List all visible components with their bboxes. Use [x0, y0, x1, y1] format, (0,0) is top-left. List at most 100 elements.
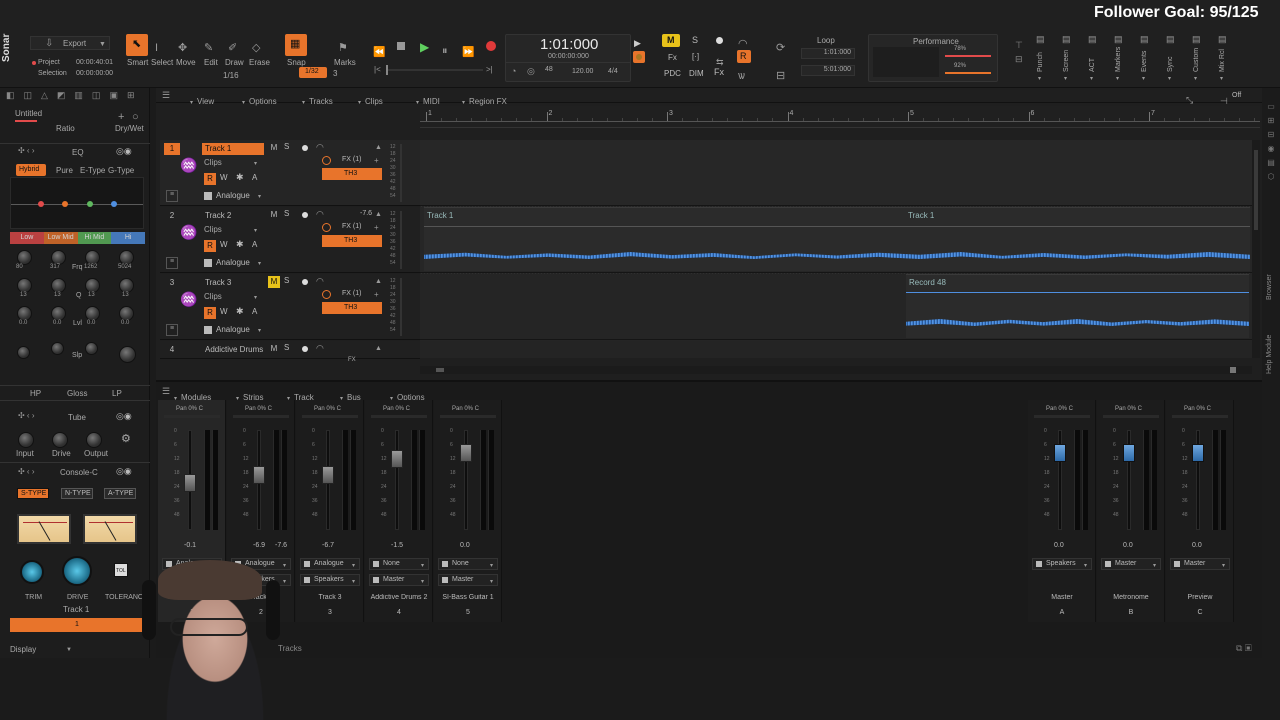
bus-output-select[interactable]: Master ▾ — [1170, 558, 1230, 570]
write-auto-button[interactable]: W — [220, 173, 228, 182]
strip-out1-select[interactable]: None ▾ — [438, 558, 498, 570]
solo-button[interactable]: S — [284, 142, 289, 151]
global-rec-dot[interactable] — [716, 37, 723, 44]
module-act[interactable]: ▤ ACT ▾ — [1085, 34, 1103, 84]
dim-label[interactable]: DIM — [689, 69, 704, 78]
play-icon[interactable]: ▶ — [420, 40, 429, 54]
track-name[interactable]: Addictive Drums — [202, 344, 264, 356]
mute-button[interactable]: M — [268, 142, 280, 154]
eq-knob[interactable] — [85, 306, 100, 321]
console-power-icon[interactable]: ◎◉ — [116, 466, 132, 477]
strip-out2-select[interactable]: Master ▾ — [438, 574, 498, 586]
strip-out1-select[interactable]: Analogue▾ — [300, 558, 360, 570]
console-tol-button[interactable]: TOL — [114, 563, 128, 577]
eq-knob[interactable] — [119, 306, 134, 321]
eq-node-himid[interactable] — [87, 201, 93, 207]
fx-label[interactable]: Fx — [668, 53, 677, 62]
eq-mode-hybrid[interactable]: Hybrid — [16, 164, 46, 176]
snap-value[interactable]: 1/32 — [299, 67, 327, 78]
eq-slope-knob[interactable] — [51, 342, 64, 355]
smart-tool[interactable]: ⬉ — [126, 34, 148, 56]
global-r-button[interactable]: R — [737, 50, 751, 63]
display-select[interactable]: Display ▼ — [6, 643, 74, 655]
freeze-icon[interactable]: ✱ — [236, 172, 244, 183]
fx-add-icon[interactable]: + — [374, 289, 379, 300]
eq-power-icon[interactable]: ◎◉ — [116, 146, 132, 157]
marker-arrow-icon[interactable]: ▶ — [634, 38, 641, 49]
timeline-ruler[interactable]: 1 2 3 4 5 6 7 — [420, 106, 1260, 128]
rec-arm-dot[interactable] — [302, 346, 308, 352]
mute-button[interactable]: M — [268, 276, 280, 288]
eq-knob[interactable] — [119, 278, 134, 293]
solo-button[interactable]: S — [284, 209, 289, 218]
pan-label[interactable]: Pan 0% C — [1184, 406, 1211, 412]
vscrollbar[interactable] — [1252, 140, 1260, 358]
eq-slope-knob[interactable] — [17, 346, 30, 359]
console-type-n[interactable]: N-TYPE — [61, 488, 93, 499]
strip-name[interactable]: Master — [1028, 594, 1096, 601]
mute-button[interactable]: M — [268, 209, 280, 221]
tube-drive-knob[interactable] — [52, 432, 68, 448]
read-auto-button[interactable]: R — [204, 173, 216, 185]
pan-label[interactable]: Pan 0% C — [1046, 406, 1073, 412]
track-name[interactable]: Track 1 — [202, 143, 264, 155]
eq-knob[interactable] — [17, 278, 32, 293]
module-sync[interactable]: ▤ Sync ▾ — [1163, 34, 1181, 84]
tube-nav-icon[interactable]: ✣ ‹ › — [18, 411, 34, 420]
console-trim-knob[interactable] — [20, 560, 44, 584]
tv-menu-options[interactable]: ▾ Options — [242, 91, 277, 109]
db-readout[interactable]: 0.0 — [460, 542, 470, 549]
read-label[interactable]: [·] — [692, 52, 699, 61]
input-echo-icon[interactable]: ◠ — [316, 343, 324, 354]
pan-label[interactable]: Pan 0% C — [314, 406, 341, 412]
strip-name[interactable]: Preview — [1166, 594, 1234, 601]
strip-name[interactable]: SI-Bass Guitar 1 — [434, 594, 502, 601]
fx-add-icon[interactable]: + — [374, 222, 379, 233]
clips-select[interactable]: Clips — [204, 292, 222, 301]
db-readout[interactable]: 0.0 — [1192, 542, 1202, 549]
console-type-a[interactable]: A-TYPE — [104, 488, 136, 499]
module-events[interactable]: ▤ Events ▾ — [1137, 34, 1155, 84]
eq-knob[interactable] — [51, 250, 66, 265]
mute-button[interactable]: M — [268, 343, 280, 355]
bus-output-select[interactable]: Master ▾ — [1101, 558, 1161, 570]
rec-arm-button[interactable] — [633, 51, 645, 63]
side-tab-label[interactable]: Help Module — [1266, 300, 1276, 375]
pan-slider[interactable] — [1103, 415, 1159, 418]
draw-tool-icon[interactable]: ✐ — [228, 38, 237, 56]
record-icon[interactable] — [486, 41, 496, 51]
module-punch[interactable]: ▤ Punch ▾ — [1033, 34, 1051, 84]
eq-knob[interactable] — [85, 250, 100, 265]
track-header-4[interactable]: 4 Addictive Drums M S ◠ ▲ FX — [160, 341, 420, 363]
eq-band-low[interactable]: Low — [10, 232, 44, 244]
eq-knob[interactable] — [85, 278, 100, 293]
ruler-off-label[interactable]: Off — [1232, 92, 1241, 99]
plugin-slot[interactable]: TH3 — [322, 235, 382, 247]
pan-label[interactable]: Pan 0% C — [176, 406, 203, 412]
tube-power-icon[interactable]: ◎◉ — [116, 411, 132, 422]
track-menu-icon[interactable]: ≡ — [166, 324, 178, 336]
freeze-icon[interactable]: ✱ — [236, 239, 244, 250]
fader-cap[interactable] — [322, 466, 334, 484]
fader-cap[interactable] — [253, 466, 265, 484]
output-select[interactable]: Analogue — [216, 258, 250, 267]
output-select[interactable]: Analogue — [216, 191, 250, 200]
eq-knob[interactable] — [51, 306, 66, 321]
pause-icon[interactable]: ⏸ — [442, 41, 448, 59]
export-button[interactable]: ⇩ Export ▼ — [30, 36, 110, 50]
output-select[interactable]: Analogue — [216, 325, 250, 334]
loop-toggle-icon[interactable]: ⟳ — [776, 38, 785, 56]
input-echo-icon[interactable]: ◠ — [316, 276, 324, 287]
track-volume[interactable]: -7.6 — [360, 210, 372, 217]
track-header-1[interactable]: 1 Track 1 M S ◠ ▲ ♒ Clips ▾ R W ✱ A Analogue ▾ ≡ FX (1) +… — [160, 140, 420, 206]
edit-tool-icon[interactable]: ✎ — [204, 38, 213, 56]
clips-select[interactable]: Clips — [204, 158, 222, 167]
pan-slider[interactable] — [302, 415, 358, 418]
module-custom[interactable]: ▤ Custom ▾ — [1189, 34, 1207, 84]
loop-set-icon[interactable]: ⊟ — [776, 66, 785, 84]
metronome-icon[interactable]: ◔ — [511, 66, 516, 77]
hscrollbar[interactable] — [420, 366, 1252, 374]
chevron-up-icon[interactable]: ▲ — [375, 142, 382, 153]
side-tab-browser[interactable]: Browser — [1266, 268, 1276, 308]
archive-button[interactable]: A — [252, 307, 257, 316]
